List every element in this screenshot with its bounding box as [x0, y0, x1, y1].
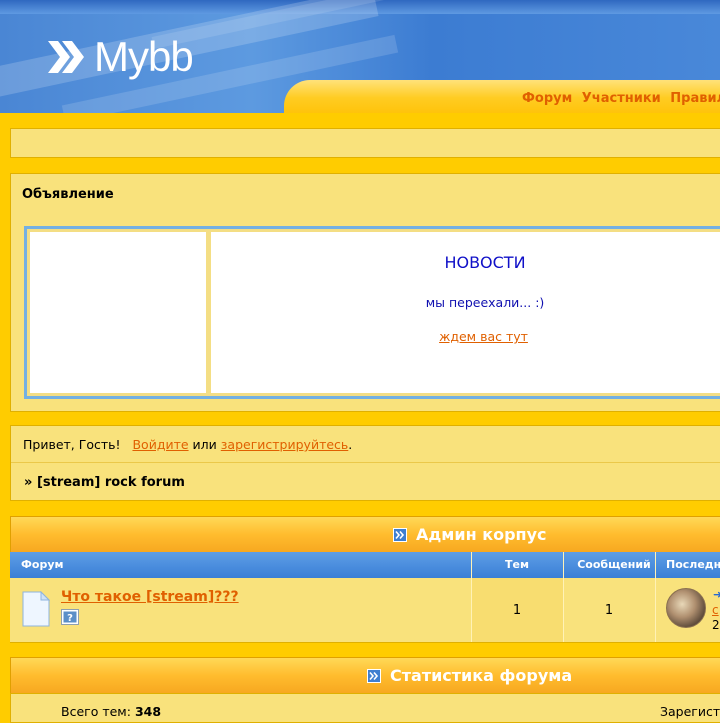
col-last-post: Последн	[666, 558, 720, 571]
category-expand-icon[interactable]	[393, 527, 407, 542]
announcement-right-cell: НОВОСТИ мы переехали... :) ждем вас тут	[211, 232, 720, 393]
stats-topics: Всего тем: 348	[61, 704, 161, 719]
svg-text:?: ?	[67, 613, 73, 624]
site-logo[interactable]: Mybb	[46, 33, 194, 80]
site-header: Mybb Форум Участники Правила	[0, 0, 720, 113]
forum-table-header: Форум Тем Сообщений Последн	[10, 552, 720, 642]
forum-link[interactable]: Что такое [stream]???	[61, 589, 239, 605]
nav-forum[interactable]: Форум	[522, 91, 572, 106]
category-title-wrap: Статистика форума	[367, 666, 572, 685]
go-to-last-post-icon[interactable]: ➜	[713, 588, 720, 601]
stats-title: Статистика форума	[390, 666, 573, 685]
breadcrumb-arrow: »	[24, 475, 33, 490]
col-posts: Сообщений	[577, 558, 651, 571]
announcement-left-cell	[30, 232, 206, 393]
announcement-panel: Объявление НОВОСТИ мы переехали... :) жд…	[10, 173, 720, 412]
last-post-date: 2	[712, 618, 720, 632]
category-expand-icon[interactable]	[367, 668, 381, 683]
empty-info-bar	[10, 128, 720, 158]
help-badge-icon[interactable]: ?	[61, 609, 79, 625]
divider	[11, 462, 720, 463]
col-topics: Тем	[505, 558, 529, 571]
last-post-link[interactable]: с	[712, 603, 719, 617]
stats-row: Всего тем: 348 Зарегистр	[10, 693, 720, 723]
forum-status-page-icon	[22, 591, 50, 627]
or-text: или	[192, 437, 217, 452]
column-separator	[655, 578, 656, 642]
announcement-title: Объявление	[22, 187, 114, 202]
forum-topics-count: 1	[512, 603, 522, 618]
register-link[interactable]: зарегистрируйтесь	[221, 437, 349, 452]
news-link-wrap: ждем вас тут	[211, 329, 720, 344]
stats-topics-value: 348	[134, 704, 162, 719]
category-title-wrap: Админ корпус	[393, 525, 547, 544]
forum-posts-count: 1	[604, 603, 614, 618]
category-header-admin: Админ корпус	[10, 516, 720, 553]
double-chevron-logo-icon	[48, 41, 84, 73]
greeting-text: Привет, Гость!	[23, 437, 121, 452]
stats-registered: Зарегистр	[660, 704, 720, 719]
last-poster-avatar[interactable]	[666, 588, 706, 628]
news-link[interactable]: ждем вас тут	[439, 329, 528, 344]
welcome-panel: Привет, Гость! Войдите или зарегистрируй…	[10, 425, 720, 501]
forum-row: Что такое [stream]??? ? 1 1 ➜ с 2	[10, 578, 720, 643]
news-text: мы переехали... :)	[425, 295, 545, 310]
welcome-line: Привет, Гость! Войдите или зарегистрируй…	[23, 437, 352, 452]
breadcrumb: » [stream] rock forum	[24, 475, 185, 490]
logo-text: Mybb	[94, 33, 194, 80]
stats-topics-label: Всего тем:	[61, 704, 131, 719]
period-text: .	[348, 437, 353, 452]
category-title[interactable]: Админ корпус	[416, 525, 547, 544]
nav-members[interactable]: Участники	[582, 91, 661, 106]
login-link[interactable]: Войдите	[132, 437, 188, 452]
news-title: НОВОСТИ	[444, 253, 526, 272]
announcement-frame: НОВОСТИ мы переехали... :) ждем вас тут	[24, 226, 720, 399]
main-nav: Форум Участники Правила	[522, 91, 720, 106]
col-forum: Форум	[21, 558, 64, 571]
category-header-stats: Статистика форума	[10, 657, 720, 694]
nav-rules[interactable]: Правила	[670, 91, 720, 106]
breadcrumb-forum-title[interactable]: [stream] rock forum	[37, 475, 185, 490]
